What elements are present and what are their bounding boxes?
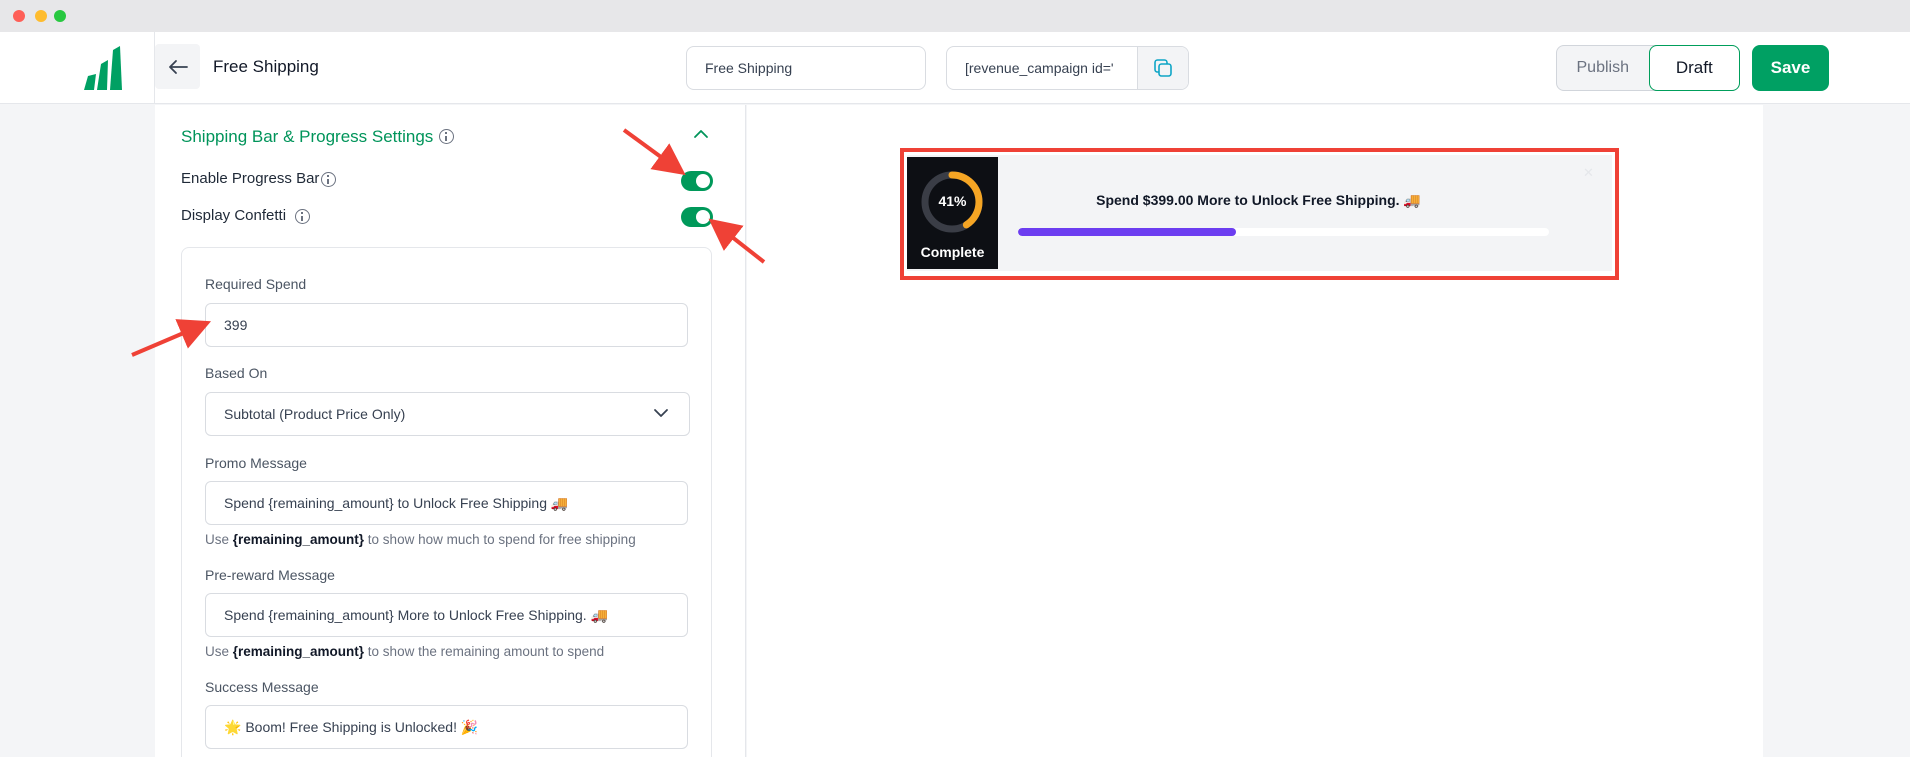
preview-message: Spend $399.00 More to Unlock Free Shippi… (1096, 192, 1421, 208)
arrow-left-icon (168, 59, 188, 74)
helper-suffix: to show how much to spend for free shipp… (364, 532, 636, 547)
pre-reward-label: Pre-reward Message (205, 567, 335, 583)
success-message-label: Success Message (205, 679, 319, 695)
helper-prefix: Use (205, 532, 233, 547)
copy-icon (1154, 59, 1172, 77)
helper-token: {remaining_amount} (232, 644, 365, 659)
chevron-down-icon (654, 409, 668, 417)
pre-reward-helper: Use {remaining_amount} to show the remai… (205, 644, 604, 659)
app-header: Free Shipping [revenue_campaign id=' Pub… (0, 32, 1910, 104)
required-spend-label: Required Spend (205, 276, 307, 292)
window-titlebar (0, 0, 1910, 32)
progress-fill (1018, 228, 1236, 236)
close-window-button[interactable] (13, 10, 25, 22)
progress-track (1018, 228, 1549, 236)
shortcode-field[interactable]: [revenue_campaign id=' (946, 46, 1189, 90)
required-spend-input[interactable]: 399 (205, 303, 688, 347)
close-icon[interactable]: ✕ (1583, 165, 1594, 181)
helper-token: {remaining_amount} (232, 532, 365, 547)
enable-progress-bar-toggle[interactable] (681, 171, 713, 191)
progress-percent: 41% (938, 193, 967, 209)
settings-panel: Shipping Bar & Progress Settings Enable … (155, 105, 746, 757)
helper-suffix: to show the remaining amount to spend (364, 644, 605, 659)
based-on-value: Subtotal (Product Price Only) (224, 406, 406, 422)
info-icon[interactable] (295, 209, 310, 224)
settings-card: Required Spend 399 Based On Subtotal (Pr… (181, 247, 712, 757)
save-button[interactable]: Save (1752, 45, 1829, 91)
promo-message-label: Promo Message (205, 455, 307, 471)
based-on-select[interactable]: Subtotal (Product Price Only) (205, 392, 690, 436)
draft-button[interactable]: Draft (1648, 45, 1740, 91)
campaign-name-input[interactable] (686, 46, 926, 90)
back-button[interactable] (155, 44, 200, 89)
display-confetti-toggle[interactable] (681, 207, 713, 227)
pre-reward-input[interactable]: Spend {remaining_amount} More to Unlock … (205, 593, 688, 637)
success-message-input[interactable]: 🌟 Boom! Free Shipping is Unlocked! 🎉 (205, 705, 688, 749)
minimize-window-button[interactable] (35, 10, 47, 22)
info-icon[interactable] (321, 172, 336, 187)
info-icon[interactable] (439, 129, 454, 144)
page-title: Free Shipping (213, 57, 319, 76)
status-toggle: Publish Draft (1556, 45, 1740, 91)
based-on-label: Based On (205, 365, 268, 381)
chevron-up-icon[interactable] (693, 128, 709, 140)
complete-label: Complete (920, 244, 985, 260)
promo-message-helper: Use {remaining_amount} to show how much … (205, 532, 636, 547)
display-confetti-label: Display Confetti (181, 207, 287, 224)
shortcode-text[interactable]: [revenue_campaign id=' (947, 47, 1137, 89)
helper-prefix: Use (205, 644, 233, 659)
revenue-logo-icon[interactable] (80, 46, 128, 90)
enable-progress-bar-label: Enable Progress Bar (181, 170, 320, 187)
section-title[interactable]: Shipping Bar & Progress Settings (181, 127, 433, 147)
copy-shortcode-button[interactable] (1137, 47, 1188, 89)
maximize-window-button[interactable] (54, 10, 66, 22)
promo-message-input[interactable]: Spend {remaining_amount} to Unlock Free … (205, 481, 688, 525)
publish-button[interactable]: Publish (1557, 46, 1649, 90)
progress-circle-box: 41% Complete (907, 157, 998, 269)
shipping-bar-preview: 41% Complete Spend $399.00 More to Unloc… (907, 155, 1612, 271)
